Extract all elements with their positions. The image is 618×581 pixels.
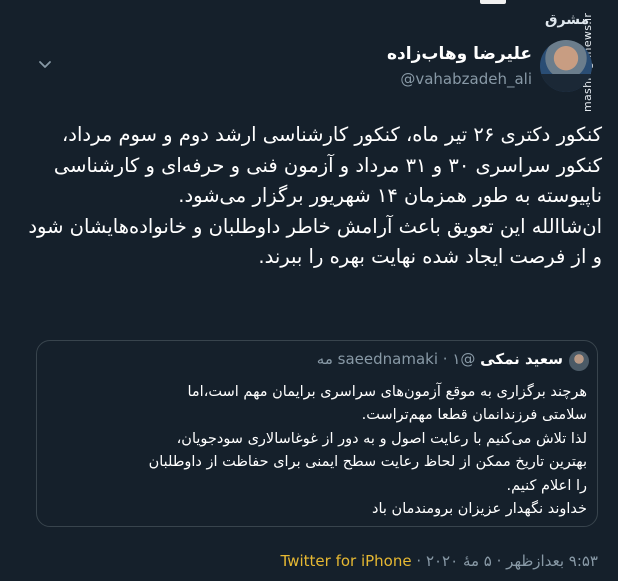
top-edge-fragment — [480, 0, 506, 4]
quoted-line: خداوند نگهدار عزیزان برومندمان باد — [372, 501, 587, 518]
quoted-line: هرچند برگزاری به موقع آزمون‌های سراسری ب… — [187, 384, 588, 400]
tweet-paragraph: کنکور دکتری ۲۶ تیر ماه، کنکور کارشناسی ا… — [53, 123, 602, 207]
quoted-tweet-text: هرچند برگزاری به موقع آزمون‌های سراسری ب… — [47, 381, 587, 521]
quoted-author-name: سعید نمکی — [480, 350, 563, 368]
tweet-timestamp[interactable]: ۹:۵۳ بعدازظهر · ۵ مهٔ ۲۰۲۰ · — [416, 552, 598, 570]
quoted-tweet[interactable]: سعید نمکی @saeednamaki · ۱ مه هرچند برگز… — [36, 340, 598, 527]
quoted-separator: · — [442, 350, 453, 368]
quoted-line: سلامتی فرزندانمان قطعا مهم‌تراست. — [361, 407, 587, 424]
author-avatar[interactable] — [540, 40, 592, 92]
chevron-down-icon[interactable] — [38, 58, 52, 72]
quoted-tweet-header: سعید نمکی @saeednamaki · ۱ مه — [317, 350, 563, 368]
quoted-author-avatar — [569, 351, 589, 371]
tweet-source-app[interactable]: Twitter for iPhone — [281, 552, 412, 570]
quoted-line: را اعلام کنیم. — [506, 477, 587, 494]
quoted-line: لذا تلاش می‌کنیم با رعایت اصول و به دور … — [176, 430, 587, 447]
quoted-line: بهترین تاریخ ممکن از لحاظ رعایت سطح ایمن… — [148, 454, 587, 471]
tweet-text: کنکور دکتری ۲۶ تیر ماه، کنکور کارشناسی ا… — [20, 120, 602, 273]
tweet-footer: ۹:۵۳ بعدازظهر · ۵ مهٔ ۲۰۲۰ · Twitter for… — [281, 552, 598, 570]
author-handle[interactable]: @vahabzadeh_ali — [400, 70, 532, 88]
tweet-paragraph: ان‌شاالله این تعویق باعث آرامش خاطر داوط… — [28, 214, 602, 269]
author-name[interactable]: علیرضا وهاب‌زاده — [387, 44, 532, 64]
